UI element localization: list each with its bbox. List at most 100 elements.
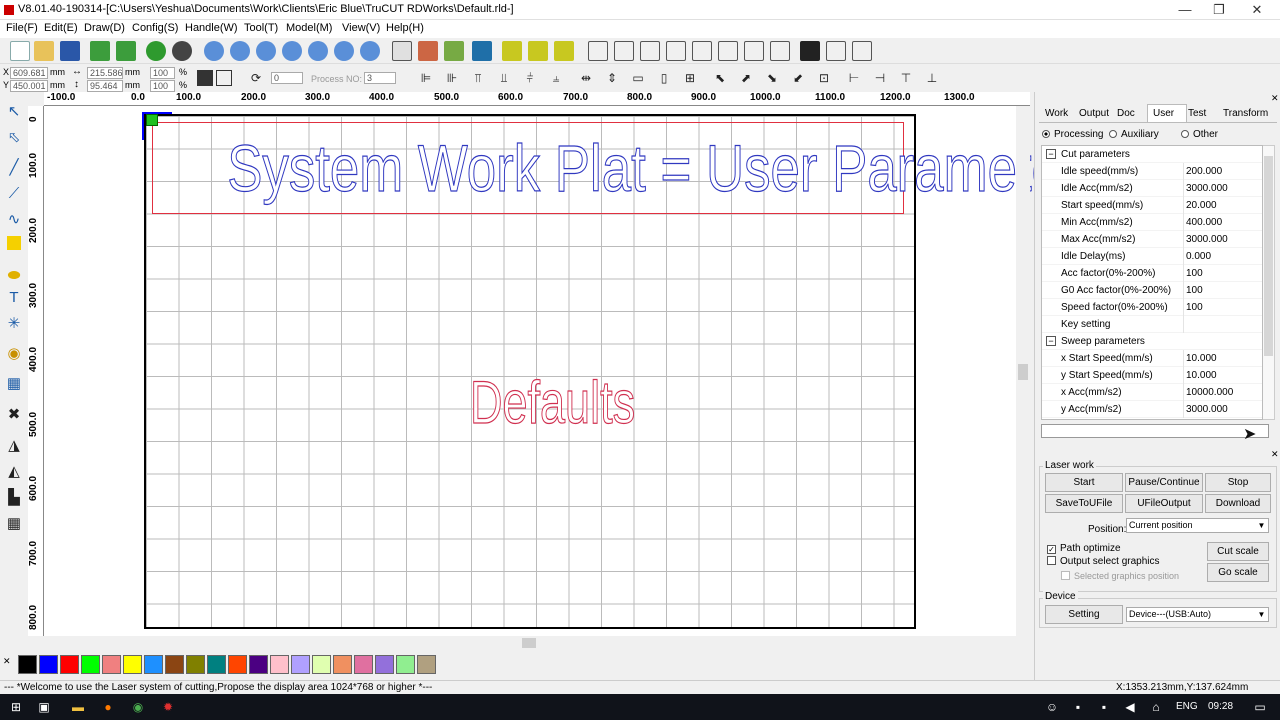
move-br-icon[interactable]: ⬊ — [764, 70, 780, 86]
param-value[interactable]: 10.000 — [1186, 353, 1217, 364]
windows-start-icon[interactable]: ⊞ — [8, 699, 24, 715]
array-icon[interactable] — [554, 41, 574, 61]
table-row[interactable]: Key setting — [1042, 316, 1262, 333]
lock-ratio-icon[interactable] — [197, 70, 213, 86]
dist-h-icon[interactable]: ▭ — [630, 70, 646, 86]
user-parameter-table[interactable]: − Cut parameters Idle speed(mm/s) 200.000 … — [1041, 145, 1263, 420]
zoom-fit-icon[interactable] — [282, 41, 302, 61]
align-vcenter-icon[interactable]: ⫨ — [548, 70, 564, 86]
group-cut-parameters[interactable]: − Cut parameters — [1042, 146, 1262, 163]
tab-user[interactable]: User — [1153, 108, 1174, 119]
file-explorer-icon[interactable]: ▬ — [70, 699, 86, 715]
output-select-checkbox[interactable]: Output select graphics — [1047, 556, 1160, 567]
menu-file[interactable]: File(F) — [6, 22, 38, 34]
pan-icon[interactable] — [360, 41, 380, 61]
vertical-scroll-thumb[interactable] — [1018, 364, 1028, 380]
pause-continue-button[interactable]: Pause/Continue — [1125, 473, 1203, 492]
copy-icon[interactable] — [770, 41, 790, 61]
table-row[interactable]: G0 Acc factor(0%-200%) 100 — [1042, 282, 1262, 299]
zoom-window-icon[interactable] — [334, 41, 354, 61]
param-value[interactable]: 400.000 — [1186, 217, 1222, 228]
color-swatch[interactable] — [333, 655, 352, 674]
curve-tool-icon[interactable]: ∿ — [4, 210, 24, 230]
tab-test[interactable]: Test — [1188, 108, 1206, 119]
rotate-icon[interactable]: ⟳ — [248, 70, 264, 86]
move-top-icon[interactable]: ⊤ — [898, 70, 914, 86]
text-tool-icon[interactable]: T — [4, 288, 24, 308]
start-button[interactable]: Start — [1045, 473, 1123, 492]
color-swatch[interactable] — [144, 655, 163, 674]
device-setting-button[interactable]: Setting — [1045, 605, 1123, 624]
menu-handle[interactable]: Handle(W) — [185, 22, 238, 34]
notifications-icon[interactable]: ▭ — [1252, 699, 1268, 715]
same-width-icon[interactable]: ⇹ — [578, 70, 594, 86]
vertical-scrollbar[interactable] — [1016, 106, 1030, 636]
menu-tool[interactable]: Tool(T) — [244, 22, 278, 34]
color-swatch[interactable] — [270, 655, 289, 674]
language-indicator[interactable]: ENG — [1176, 701, 1198, 712]
import-icon[interactable] — [90, 41, 110, 61]
height-field[interactable]: 95.464 — [87, 80, 123, 92]
table-row[interactable]: x Start Speed(mm/s) 10.000 — [1042, 350, 1262, 367]
menu-draw[interactable]: Draw(D) — [84, 22, 125, 34]
people-icon[interactable]: ☺ — [1044, 699, 1060, 715]
color-swatch[interactable] — [291, 655, 310, 674]
save-to-ufile-button[interactable]: SaveToUFile — [1045, 494, 1123, 513]
group-icon[interactable] — [502, 41, 522, 61]
close-button[interactable]: ✕ — [1238, 0, 1276, 20]
array-copy-icon[interactable]: ▦ — [4, 514, 24, 534]
table-row[interactable]: Max Acc(mm/s2) 3000.000 — [1042, 231, 1262, 248]
param-value[interactable]: 0.000 — [1186, 251, 1211, 262]
line-tool-icon[interactable]: ╱ — [4, 158, 24, 178]
color-swatch[interactable] — [39, 655, 58, 674]
radio-processing[interactable]: Processing — [1042, 129, 1103, 140]
tray-icon[interactable]: ▪ — [1096, 699, 1112, 715]
color-swatch[interactable] — [375, 655, 394, 674]
table-row[interactable]: x Acc(mm/s2) 10000.000 — [1042, 384, 1262, 401]
param-value[interactable]: 100 — [1186, 285, 1203, 296]
maximize-button[interactable]: ❐ — [1200, 0, 1238, 20]
ufile-output-button[interactable]: UFileOutput — [1125, 494, 1203, 513]
position-anchor-icon[interactable] — [216, 70, 232, 86]
node-edit-icon[interactable] — [418, 41, 438, 61]
horizontal-scroll-thumb[interactable] — [522, 638, 536, 648]
ruler-icon[interactable] — [852, 41, 872, 61]
curve-icon[interactable] — [588, 41, 608, 61]
horizontal-scrollbar[interactable] — [44, 636, 1016, 650]
param-value[interactable]: 200.000 — [1186, 166, 1222, 177]
clock[interactable]: 09:28 — [1208, 701, 1233, 712]
x-field[interactable]: 609.681 — [10, 67, 48, 79]
move-bottom-icon[interactable]: ⊥ — [924, 70, 940, 86]
offset-icon[interactable]: ▙ — [4, 488, 24, 508]
minimize-button[interactable]: — — [1166, 0, 1204, 20]
table-row[interactable]: Idle Acc(mm/s2) 3000.000 — [1042, 180, 1262, 197]
group-sweep-parameters[interactable]: − Sweep parameters — [1042, 333, 1262, 350]
laser-panel-close-icon[interactable]: ✕ — [1271, 449, 1279, 460]
color-swatch[interactable] — [417, 655, 436, 674]
table-row[interactable]: Idle Delay(ms) 0.000 — [1042, 248, 1262, 265]
palette-close-icon[interactable]: ✕ — [3, 656, 11, 667]
same-height-icon[interactable]: ⇕ — [604, 70, 620, 86]
new-file-icon[interactable] — [10, 41, 30, 61]
parameter-table-scrollbar[interactable] — [1263, 145, 1275, 420]
menu-model[interactable]: Model(M) — [286, 22, 332, 34]
param-value[interactable]: 3000.000 — [1186, 234, 1228, 245]
canvas-title-text[interactable]: System Work Plat = User Parameters — [227, 124, 1106, 212]
collapse-icon[interactable]: − — [1046, 149, 1056, 159]
radio-auxiliary[interactable]: Auxiliary — [1109, 129, 1159, 140]
selected-position-checkbox[interactable]: Selected graphics position — [1061, 571, 1179, 581]
param-value[interactable]: 3000.000 — [1186, 183, 1228, 194]
table-row[interactable]: Min Acc(mm/s2) 400.000 — [1042, 214, 1262, 231]
position-select[interactable]: Current position ▼ — [1126, 518, 1269, 533]
rdworks-taskbar-icon[interactable]: ✹ — [160, 699, 176, 715]
select-rect-icon[interactable] — [392, 41, 412, 61]
grid-array-icon[interactable]: ▦ — [4, 374, 24, 394]
align-left-icon[interactable]: ⊫ — [418, 70, 434, 86]
menu-config[interactable]: Config(S) — [132, 22, 178, 34]
design-canvas[interactable]: System Work Plat = User Parameters Defau… — [44, 106, 1106, 636]
undo-icon[interactable] — [146, 41, 166, 61]
download-button[interactable]: Download — [1205, 494, 1271, 513]
move-tr-icon[interactable]: ⬈ — [738, 70, 754, 86]
param-value[interactable]: 10000.000 — [1186, 387, 1233, 398]
menu-edit[interactable]: Edit(E) — [44, 22, 78, 34]
